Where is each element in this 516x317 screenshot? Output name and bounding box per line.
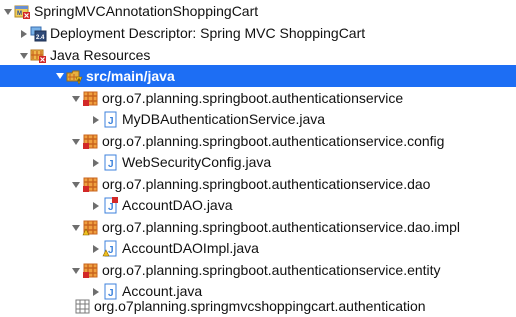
deployment-descriptor-label: Deployment Descriptor: Spring MVC Shoppi…	[50, 25, 366, 41]
package-error-icon	[82, 262, 99, 279]
tree-row-package[interactable]: org.o7.planning.springboot.authenticatio…	[0, 88, 516, 109]
web-project-icon: M	[14, 3, 31, 20]
svg-text:J: J	[108, 202, 114, 213]
svg-text:2.4: 2.4	[36, 35, 45, 41]
java-file-label: WebSecurityConfig.java	[122, 154, 272, 170]
empty-package-icon	[74, 298, 91, 315]
java-file-icon: J	[102, 154, 119, 171]
package-error-icon	[82, 176, 99, 193]
java-file-label: AccountDAO.java	[122, 197, 233, 213]
chevron-down-icon[interactable]	[2, 1, 14, 22]
chevron-right-icon[interactable]	[90, 152, 102, 173]
source-folder-label: src/main/java	[86, 67, 175, 84]
java-file-warning-icon: J	[102, 240, 119, 257]
chevron-right-icon[interactable]	[90, 195, 102, 216]
svg-text:J: J	[108, 116, 114, 127]
tree-row-empty-package[interactable]: org.o7planning.springmvcshoppingcart.aut…	[0, 296, 516, 317]
package-label: org.o7.planning.springboot.authenticatio…	[102, 262, 441, 278]
chevron-down-icon[interactable]	[18, 45, 30, 66]
chevron-right-icon[interactable]	[90, 238, 102, 259]
tree-row-package[interactable]: org.o7.planning.springboot.authenticatio…	[0, 174, 516, 195]
package-label: org.o7.planning.springboot.authenticatio…	[102, 133, 445, 149]
svg-text:M: M	[17, 11, 22, 17]
tree-row-source-folder[interactable]: src/main/java	[0, 65, 516, 87]
java-file-label: MyDBAuthenticationService.java	[122, 111, 326, 127]
chevron-down-icon[interactable]	[70, 88, 82, 109]
chevron-down-icon[interactable]	[70, 217, 82, 238]
chevron-right-icon[interactable]	[90, 109, 102, 130]
java-resources-icon	[30, 47, 47, 64]
chevron-down-icon[interactable]	[54, 66, 66, 87]
project-name: SpringMVCAnnotationShoppingCart	[34, 3, 259, 19]
tree-row-java-file[interactable]: J AccountDAO.java	[0, 195, 516, 216]
java-file-icon: J	[102, 111, 119, 128]
java-resources-label: Java Resources	[50, 47, 151, 63]
tree-row-deployment-descriptor[interactable]: 2.4 Deployment Descriptor: Spring MVC Sh…	[0, 23, 516, 44]
source-folder-icon	[66, 68, 83, 85]
empty-package-label: org.o7planning.springmvcshoppingcart.aut…	[94, 298, 426, 314]
java-interface-file-icon: J	[102, 197, 119, 214]
chevron-down-icon[interactable]	[70, 131, 82, 152]
package-label: org.o7.planning.springboot.authenticatio…	[102, 176, 431, 192]
tree-row-package[interactable]: org.o7.planning.springboot.authenticatio…	[0, 217, 516, 238]
tree-row-java-resources[interactable]: Java Resources	[0, 45, 516, 66]
chevron-down-icon[interactable]	[70, 174, 82, 195]
project-explorer-tree: M SpringMVCAnnotationShoppingCart 2.4 De…	[0, 0, 516, 317]
package-warning-icon	[82, 219, 99, 236]
tree-row-project[interactable]: M SpringMVCAnnotationShoppingCart	[0, 1, 516, 22]
tree-row-java-file[interactable]: J AccountDAOImpl.java	[0, 238, 516, 259]
deployment-descriptor-icon: 2.4	[30, 25, 47, 42]
package-label: org.o7.planning.springboot.authenticatio…	[102, 90, 404, 106]
tree-row-java-file[interactable]: J MyDBAuthenticationService.java	[0, 109, 516, 130]
package-label: org.o7.planning.springboot.authenticatio…	[102, 219, 461, 235]
tree-row-package[interactable]: org.o7.planning.springboot.authenticatio…	[0, 131, 516, 152]
tree-row-package[interactable]: org.o7.planning.springboot.authenticatio…	[0, 260, 516, 281]
package-error-icon	[82, 90, 99, 107]
java-file-label: AccountDAOImpl.java	[122, 240, 259, 256]
chevron-down-icon[interactable]	[70, 260, 82, 281]
tree-row-java-file[interactable]: J WebSecurityConfig.java	[0, 152, 516, 173]
svg-text:J: J	[108, 159, 114, 170]
package-error-icon	[82, 133, 99, 150]
svg-text:J: J	[108, 245, 114, 256]
chevron-right-icon[interactable]	[18, 23, 30, 44]
